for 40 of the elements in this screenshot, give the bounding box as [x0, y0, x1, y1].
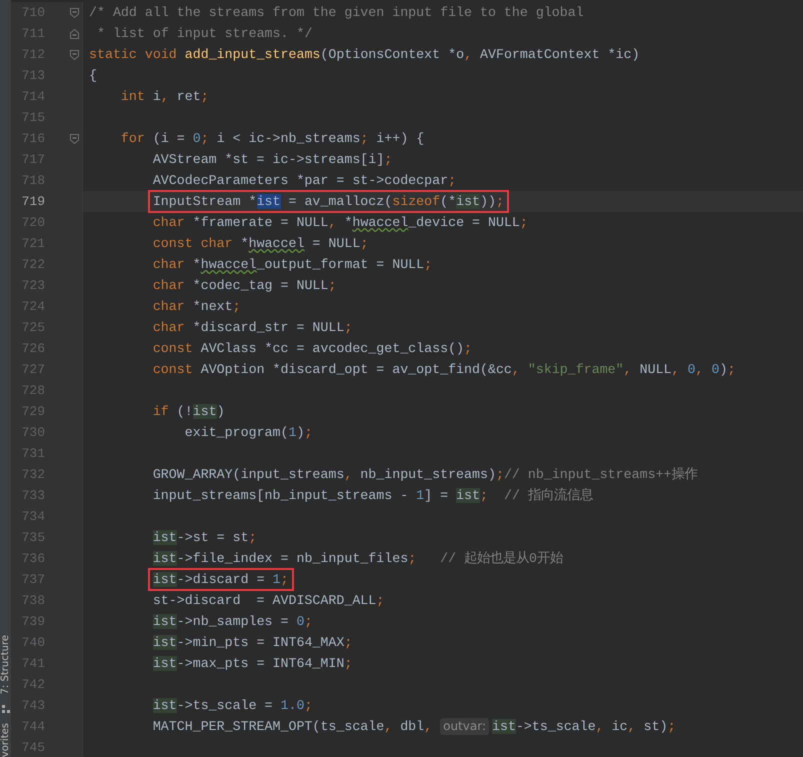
- tool-window-tab[interactable]: 7: Structure: [0, 635, 11, 695]
- code-text: st->discard = AVDISCARD_ALL;: [152, 592, 384, 610]
- code-text: ist->file_index = nb_input_files; // 起始也是从0开始: [152, 550, 564, 568]
- fold-icon[interactable]: [70, 50, 79, 60]
- fold-icon[interactable]: [70, 8, 79, 18]
- code-text: ist->st = st;: [152, 529, 257, 547]
- code-text: ist->ts_scale = 1.0;: [152, 697, 312, 715]
- code-text: ist->nb_samples = 0;: [152, 613, 312, 631]
- boxed-code-text: InputStream *ist = av_mallocz(sizeof(*ist));: [150, 192, 507, 211]
- code-text: const AVClass *cc = avcodec_get_class();: [152, 340, 472, 358]
- boxed-code-text: ist->discard = 1;: [150, 570, 292, 589]
- tool-window-tab[interactable]: vorites: [0, 722, 11, 757]
- code-text: char *framerate = NULL, *hwaccel_device = NULL;: [152, 214, 528, 232]
- fold-icon[interactable]: [70, 28, 79, 38]
- code-text: GROW_ARRAY(input_streams, nb_input_streams);// nb_input_streams++操作: [152, 466, 698, 484]
- code-text: /* Add all the streams from the given input file to the global: [89, 4, 584, 22]
- parameter-hint: outvar:: [440, 718, 489, 735]
- code-text: exit_program(1);: [184, 424, 312, 442]
- code-text: char *codec_tag = NULL;: [152, 277, 336, 295]
- code-text: ist->min_pts = INT64_MAX;: [152, 634, 352, 652]
- code-text: const AVOption *discard_opt = av_opt_find(&cc, "skip_frame", NULL, 0, 0);: [152, 361, 736, 379]
- code-text: char *hwaccel_output_format = NULL;: [152, 256, 432, 274]
- code-text: int i, ret;: [120, 88, 209, 106]
- code-text: ist->ts_scale, ic, st);: [492, 718, 676, 736]
- code-text: input_streams[nb_input_streams - 1] = ist; // 指向流信息: [152, 486, 593, 505]
- code-text: static void add_input_streams(OptionsContext *o, AVFormatContext *ic): [89, 46, 640, 64]
- code-text: * list of input streams. */: [96, 25, 312, 43]
- code-text: ist->max_pts = INT64_MIN;: [152, 655, 352, 673]
- code-text: AVStream *st = ic->streams[i];: [152, 151, 392, 169]
- code-text: const char *hwaccel = NULL;: [152, 235, 368, 253]
- code-text: char *next;: [152, 298, 241, 316]
- code-text: char *discard_str = NULL;: [152, 319, 352, 337]
- code-text: {: [89, 67, 97, 85]
- structure-icon: [2, 704, 10, 713]
- line-number: 719: [22, 193, 45, 211]
- fold-icon[interactable]: [70, 134, 79, 144]
- code-text: for (i = 0; i < ic->nb_streams; i++) {: [120, 130, 424, 148]
- code-text: if (!ist): [152, 403, 225, 421]
- code-text: MATCH_PER_STREAM_OPT(ts_scale, dbl,: [152, 718, 434, 736]
- code-text: AVCodecParameters *par = st->codecpar;: [152, 172, 456, 190]
